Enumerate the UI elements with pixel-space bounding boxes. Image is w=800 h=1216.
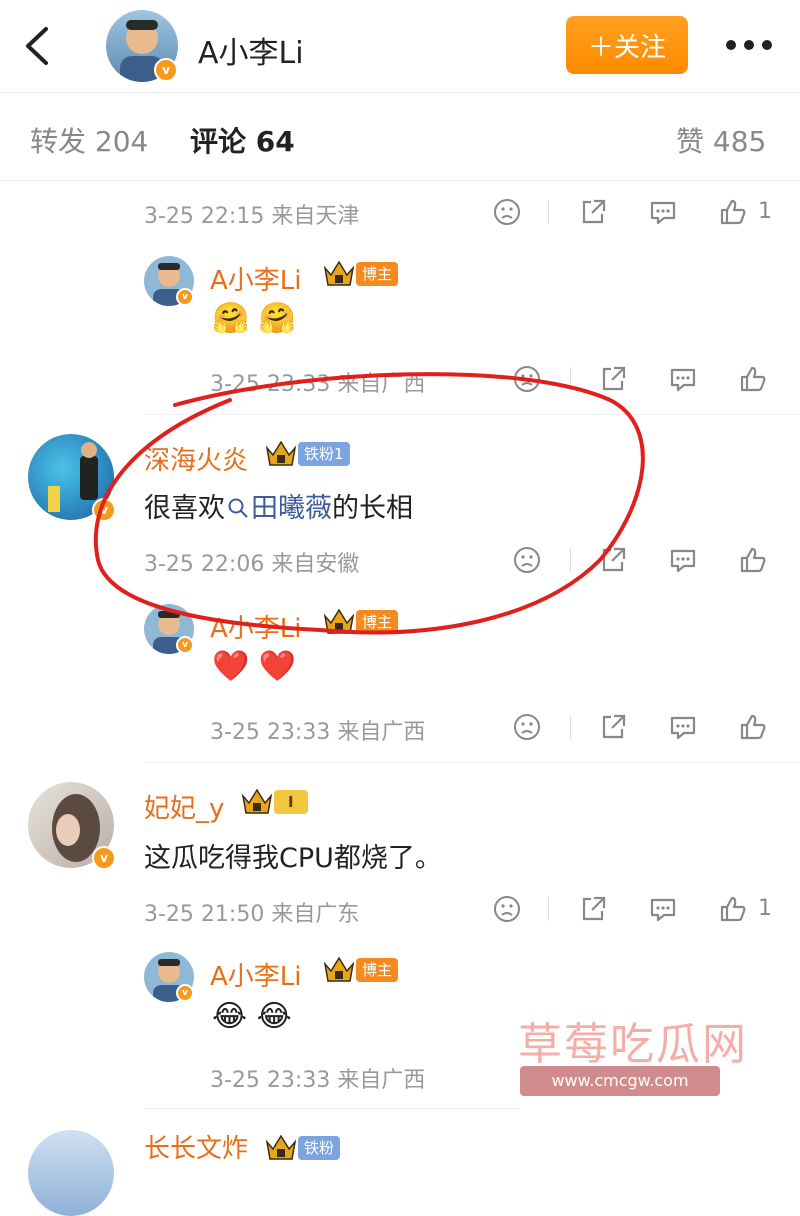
red-circle-annotation xyxy=(93,372,645,635)
